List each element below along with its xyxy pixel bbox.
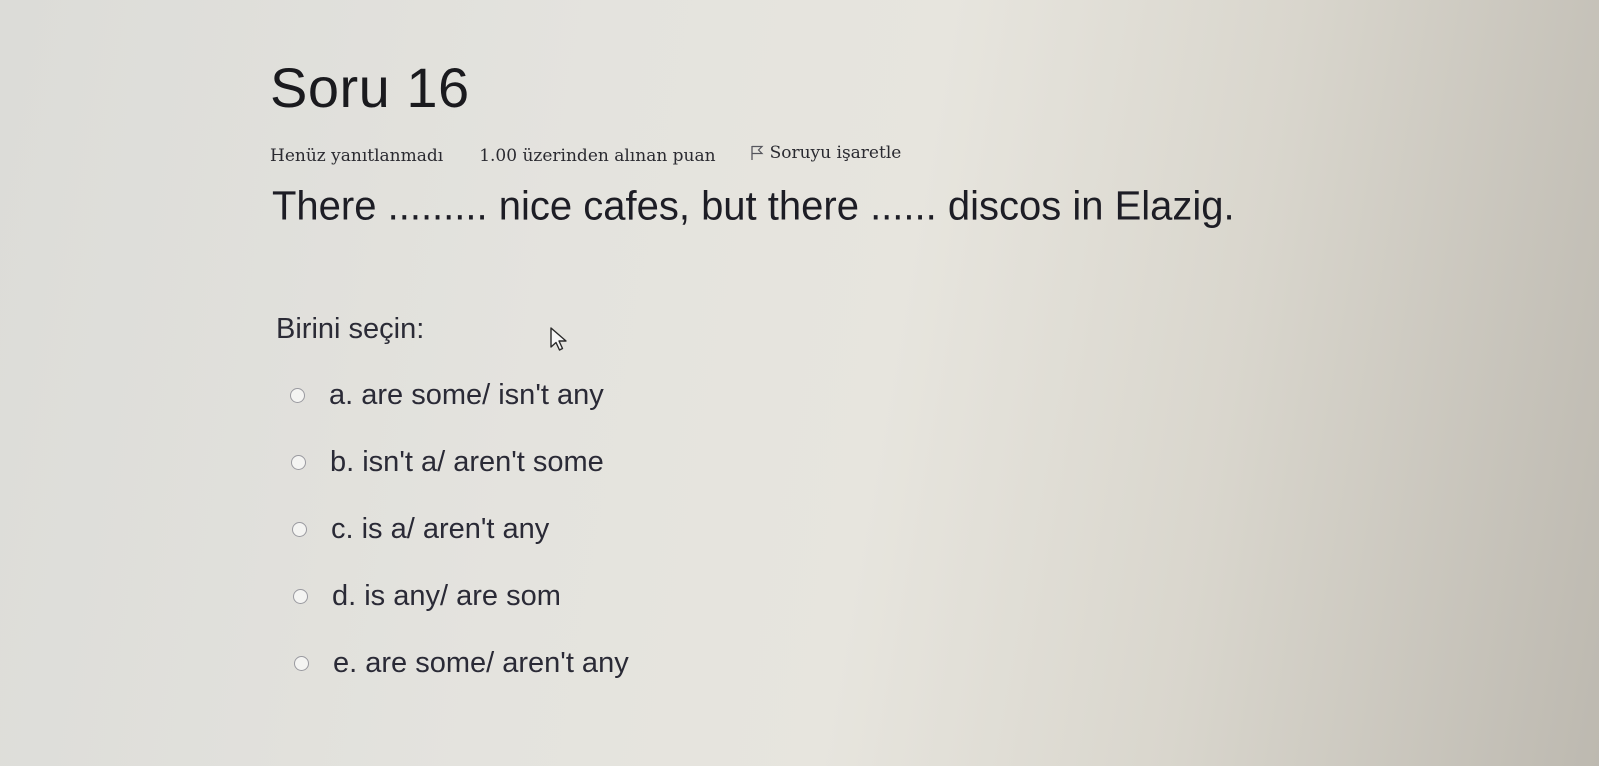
question-grade: 1.00 üzerinden alınan puan <box>479 146 716 166</box>
radio-button-icon[interactable] <box>291 455 306 470</box>
question-state: Henüz yanıtlanmadı <box>270 146 444 166</box>
answer-label[interactable]: a. are some/ isn't any <box>329 379 604 412</box>
answer-option-c[interactable]: c. is a/ aren't any <box>292 496 627 563</box>
quiz-page: Soru 16 Henüz yanıtlanmadı 1.00 üzerinde… <box>0 0 1599 766</box>
question-text: There ......... nice cafes, but there ..… <box>272 183 1235 229</box>
answer-list: a. are some/ isn't any b. isn't a/ aren'… <box>290 362 629 697</box>
answer-label[interactable]: b. isn't a/ aren't some <box>330 446 604 479</box>
flag-icon <box>750 145 764 160</box>
radio-button-icon[interactable] <box>292 522 307 537</box>
radio-button-icon[interactable] <box>290 388 305 403</box>
question-info: Henüz yanıtlanmadı 1.00 üzerinden alınan… <box>270 143 901 166</box>
answer-prompt: Birini seçin: <box>276 313 425 345</box>
answer-option-d[interactable]: d. is any/ are som <box>293 563 628 630</box>
radio-button-icon[interactable] <box>294 656 309 671</box>
answer-label[interactable]: c. is a/ aren't any <box>331 513 549 546</box>
answer-option-b[interactable]: b. isn't a/ aren't some <box>291 429 626 496</box>
answer-label[interactable]: d. is any/ are som <box>332 580 561 613</box>
answer-option-e[interactable]: e. are some/ aren't any <box>294 630 629 697</box>
mouse-pointer-icon <box>550 327 567 351</box>
flag-label: Soruyu işaretle <box>769 143 902 163</box>
flag-question-link[interactable]: Soruyu işaretle <box>750 143 902 163</box>
question-title: Soru 16 <box>270 56 470 119</box>
answer-label[interactable]: e. are some/ aren't any <box>333 647 629 680</box>
answer-option-a[interactable]: a. are some/ isn't any <box>290 362 625 429</box>
radio-button-icon[interactable] <box>293 589 308 604</box>
